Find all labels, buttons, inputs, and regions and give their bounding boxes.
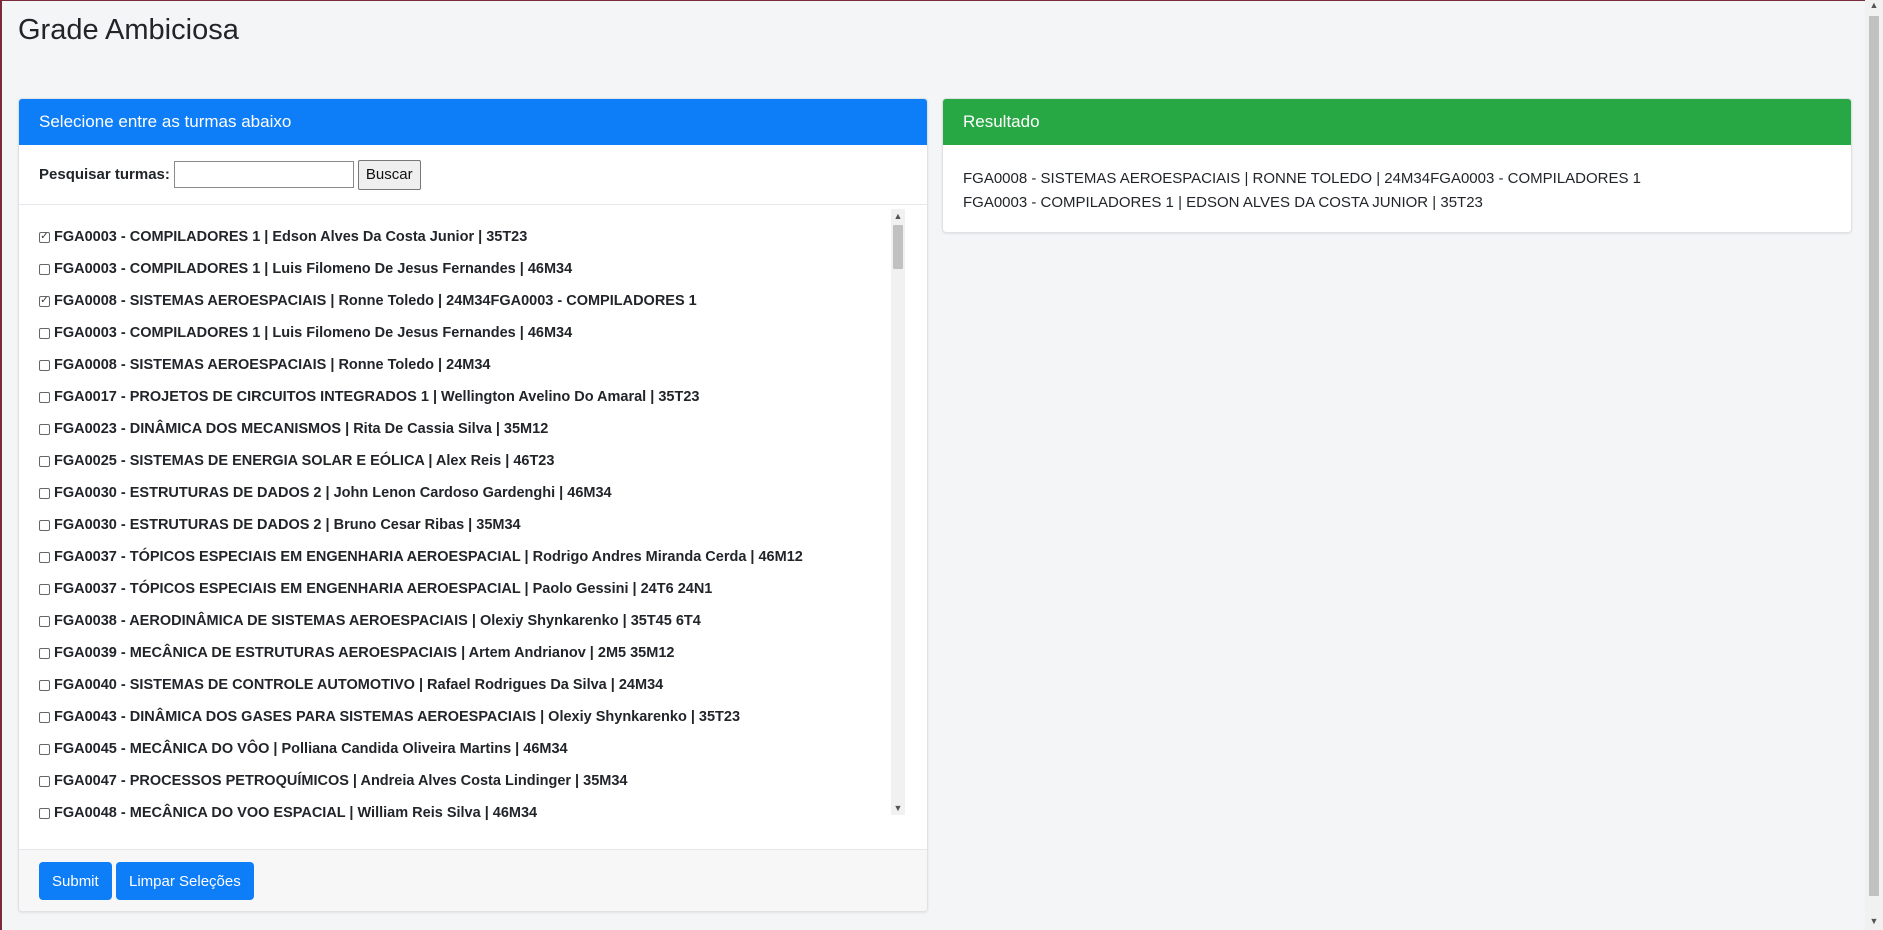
course-list-item[interactable]: FGA0003 - COMPILADORES 1 | Luis Filomeno… [39,253,909,285]
course-item-label: FGA0003 - COMPILADORES 1 | Luis Filomeno… [54,325,573,341]
checkbox[interactable] [39,807,50,819]
course-item-label: FGA0045 - MECÂNICA DO VÔO | Polliana Can… [54,741,568,757]
checkbox[interactable] [39,711,50,723]
search-button[interactable]: Buscar [357,159,421,190]
checkbox[interactable] [39,615,50,627]
list-scrollbar[interactable]: ▲ ▼ [891,209,905,815]
checkbox[interactable] [39,455,50,467]
course-list-item[interactable]: FGA0037 - TÓPICOS ESPECIAIS EM ENGENHARI… [39,573,909,605]
course-item-label: FGA0043 - DINÂMICA DOS GASES PARA SISTEM… [54,709,741,725]
course-list-item[interactable]: FGA0025 - SISTEMAS DE ENERGIA SOLAR E EÓ… [39,445,909,477]
checkbox[interactable] [39,519,50,531]
result-card-header: Resultado [943,99,1851,145]
course-item-label: FGA0008 - SISTEMAS AEROESPACIAIS | Ronne… [54,357,491,373]
search-input[interactable] [173,161,354,188]
course-item-label: FGA0030 - ESTRUTURAS DE DADOS 2 | Bruno … [54,517,521,533]
course-item-label: FGA0039 - MECÂNICA DE ESTRUTURAS AEROESP… [54,645,675,661]
selector-card-footer: Submit Limpar Seleções [19,849,927,911]
checkbox[interactable] [39,551,50,563]
course-list-item[interactable]: FGA0048 - MECÂNICA DO VOO ESPACIAL | Wil… [39,797,909,827]
course-list-item[interactable]: FGA0038 - AERODINÂMICA DE SISTEMAS AEROE… [39,605,909,637]
page-scrollbar[interactable]: ▲ ▼ [1865,0,1883,930]
course-list-item[interactable]: FGA0030 - ESTRUTURAS DE DADOS 2 | John L… [39,477,909,509]
course-list-item[interactable]: FGA0045 - MECÂNICA DO VÔO | Polliana Can… [39,733,909,765]
course-item-label: FGA0025 - SISTEMAS DE ENERGIA SOLAR E EÓ… [54,453,555,469]
checkbox[interactable] [39,327,50,339]
page-title: Grade Ambiciosa [18,14,239,46]
checkbox[interactable] [39,647,50,659]
course-item-label: FGA0030 - ESTRUTURAS DE DADOS 2 | John L… [54,485,612,501]
checkbox-checked[interactable]: ✓ [39,231,50,243]
course-item-label: FGA0047 - PROCESSOS PETROQUÍMICOS | Andr… [54,773,628,789]
checkbox[interactable] [39,359,50,371]
checkbox[interactable] [39,775,50,787]
selector-card-header: Selecione entre as turmas abaixo [19,99,927,145]
course-list-item[interactable]: FGA0008 - SISTEMAS AEROESPACIAIS | Ronne… [39,349,909,381]
scroll-up-icon[interactable]: ▲ [891,209,905,223]
window-edge [0,0,2,930]
selector-card: Selecione entre as turmas abaixo Pesquis… [18,98,928,912]
checkbox[interactable] [39,487,50,499]
course-list-item[interactable]: FGA0017 - PROJETOS DE CIRCUITOS INTEGRAD… [39,381,909,413]
course-list-item[interactable]: FGA0003 - COMPILADORES 1 | Luis Filomeno… [39,317,909,349]
scroll-down-icon[interactable]: ▼ [891,801,905,815]
course-list-item[interactable]: FGA0023 - DINÂMICA DOS MECANISMOS | Rita… [39,413,909,445]
course-list-item[interactable]: FGA0039 - MECÂNICA DE ESTRUTURAS AEROESP… [39,637,909,669]
result-body: FGA0008 - SISTEMAS AEROESPACIAIS | RONNE… [943,145,1851,215]
clear-selections-button[interactable]: Limpar Seleções [116,862,254,900]
checkbox[interactable] [39,263,50,275]
course-list-item[interactable]: FGA0037 - TÓPICOS ESPECIAIS EM ENGENHARI… [39,541,909,573]
course-list-item[interactable]: FGA0030 - ESTRUTURAS DE DADOS 2 | Bruno … [39,509,909,541]
course-item-label: FGA0003 - COMPILADORES 1 | Edson Alves D… [54,229,528,245]
course-list-item[interactable]: ✓ FGA0008 - SISTEMAS AEROESPACIAIS | Ronn… [39,285,909,317]
course-item-label: FGA0008 - SISTEMAS AEROESPACIAIS | Ronne… [54,293,697,309]
result-card: Resultado FGA0008 - SISTEMAS AEROESPACIA… [942,98,1852,233]
course-list-container: ✓ FGA0003 - COMPILADORES 1 | Edson Alves … [19,205,927,827]
search-row: Pesquisar turmas: Buscar [19,145,927,205]
course-item-label: FGA0037 - TÓPICOS ESPECIAIS EM ENGENHARI… [54,581,713,597]
result-line: FGA0008 - SISTEMAS AEROESPACIAIS | RONNE… [963,170,1642,187]
course-item-label: FGA0038 - AERODINÂMICA DE SISTEMAS AEROE… [54,613,701,629]
page-scroll-up-icon[interactable]: ▲ [1865,0,1883,14]
course-list-item[interactable]: FGA0047 - PROCESSOS PETROQUÍMICOS | Andr… [39,765,909,797]
course-item-label: FGA0017 - PROJETOS DE CIRCUITOS INTEGRAD… [54,389,700,405]
course-item-label: FGA0023 - DINÂMICA DOS MECANISMOS | Rita… [54,421,549,437]
checkbox[interactable] [39,583,50,595]
window-edge-top [0,0,1883,1]
checkbox[interactable] [39,391,50,403]
page-scroll-down-icon[interactable]: ▼ [1865,916,1883,930]
result-line: FGA0003 - COMPILADORES 1 | EDSON ALVES D… [963,194,1483,211]
scrollbar-thumb[interactable] [893,225,903,269]
checkbox-checked[interactable]: ✓ [39,295,50,307]
checkbox[interactable] [39,743,50,755]
course-item-label: FGA0037 - TÓPICOS ESPECIAIS EM ENGENHARI… [54,549,803,565]
course-item-label: FGA0048 - MECÂNICA DO VOO ESPACIAL | Wil… [54,805,538,821]
course-list-item[interactable]: FGA0040 - SISTEMAS DE CONTROLE AUTOMOTIV… [39,669,909,701]
page-scrollbar-thumb[interactable] [1869,16,1879,896]
course-item-label: FGA0003 - COMPILADORES 1 | Luis Filomeno… [54,261,573,277]
checkbox[interactable] [39,423,50,435]
course-item-label: FGA0040 - SISTEMAS DE CONTROLE AUTOMOTIV… [54,677,664,693]
checkbox[interactable] [39,679,50,691]
course-list-item[interactable]: ✓ FGA0003 - COMPILADORES 1 | Edson Alves … [39,221,909,253]
course-list: ✓ FGA0003 - COMPILADORES 1 | Edson Alves … [39,221,909,827]
course-list-item[interactable]: FGA0043 - DINÂMICA DOS GASES PARA SISTEM… [39,701,909,733]
search-label: Pesquisar turmas: [39,166,170,183]
submit-button[interactable]: Submit [39,862,112,900]
